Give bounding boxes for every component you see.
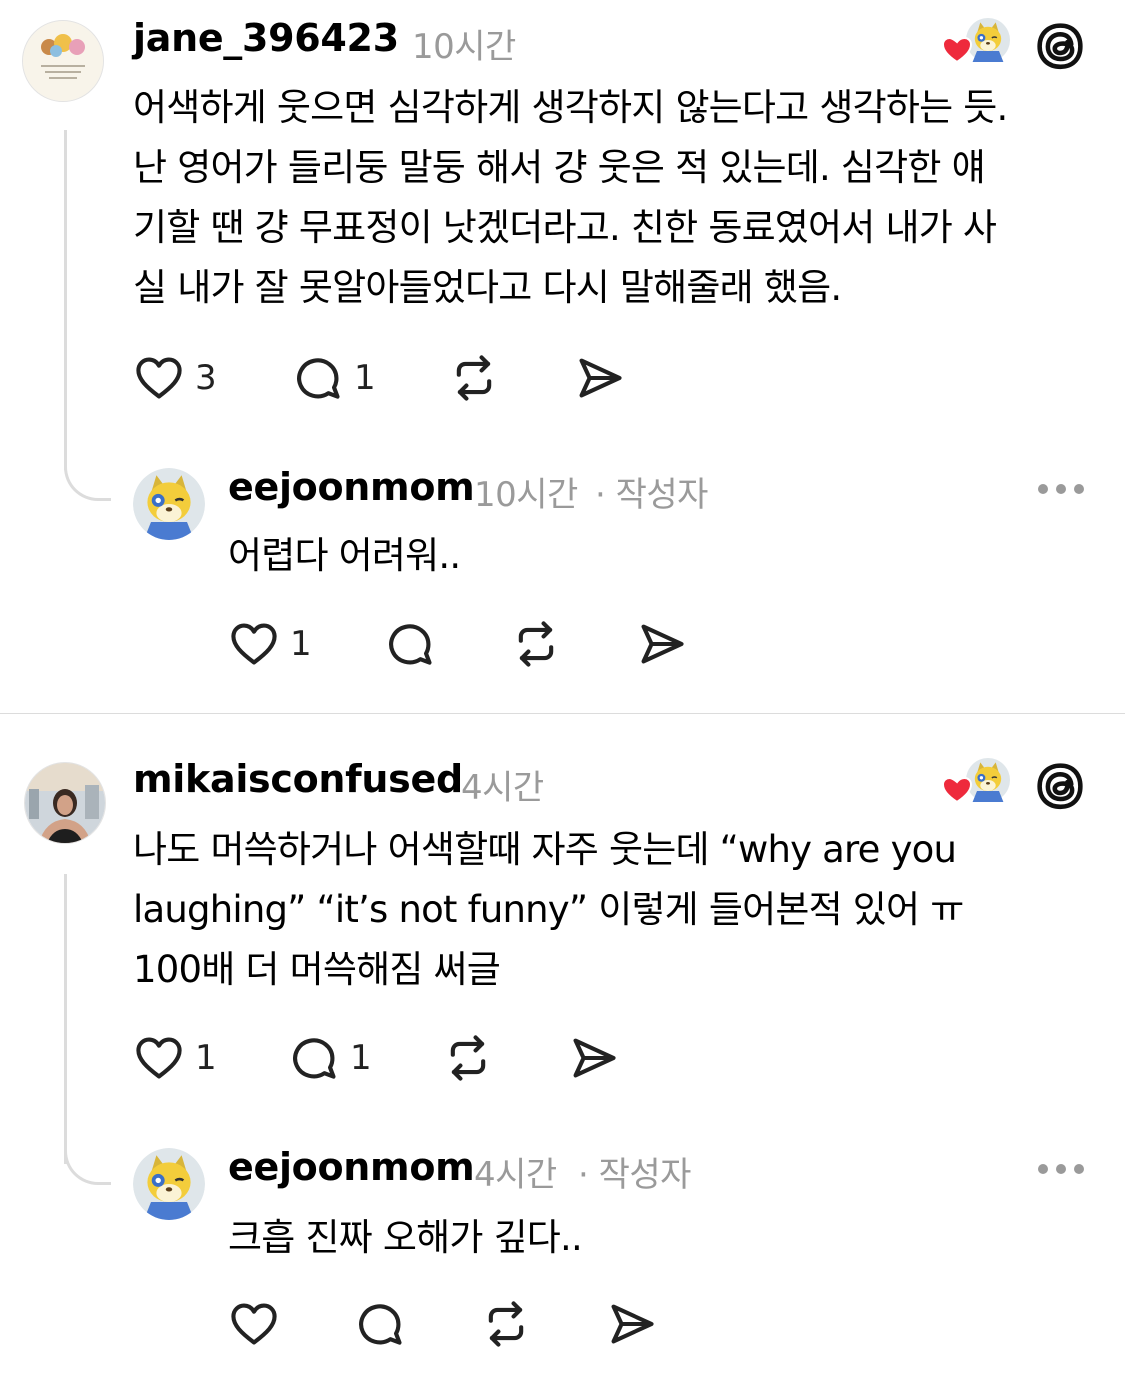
- repost-icon: [448, 352, 500, 404]
- comment-icon: [354, 1298, 406, 1350]
- author-tag: · 작성자: [578, 1155, 691, 1195]
- avatar-photo-icon: [25, 763, 105, 843]
- liked-by-author-icon: [940, 756, 1012, 806]
- post-card: mikaisconfused 4시간 나도 머쓱하거나 어색할때 자주 웃는데 …: [0, 714, 1125, 1380]
- reply-username[interactable]: eejoonmom: [228, 465, 475, 509]
- author-tag: · 작성자: [595, 475, 708, 515]
- repost-icon: [442, 1032, 494, 1084]
- heart-icon: [228, 618, 280, 670]
- like-button[interactable]: 3: [133, 352, 217, 404]
- liked-by-author-icon: [940, 16, 1012, 66]
- like-button[interactable]: 1: [228, 618, 312, 670]
- send-icon: [574, 352, 626, 404]
- bear-avatar-icon: [133, 1148, 205, 1220]
- repost-button[interactable]: [442, 1032, 494, 1084]
- post-text: 어색하게 웃으면 심각하게 생각하지 않는다고 생각하는 듯. 난 영어가 들리…: [133, 86, 1008, 309]
- reply-avatar[interactable]: [133, 1148, 205, 1220]
- like-count: 1: [290, 624, 312, 664]
- reply-text: 어렵다 어려워..: [228, 534, 461, 577]
- reply-count: 1: [350, 1038, 372, 1078]
- threads-logo-icon[interactable]: [1034, 760, 1086, 816]
- timestamp: 10시간: [412, 27, 516, 67]
- avatar[interactable]: [24, 762, 106, 844]
- more-dots-icon[interactable]: [1038, 1164, 1084, 1174]
- comment-icon: [384, 618, 436, 670]
- repost-icon: [480, 1298, 532, 1350]
- reply-timestamp: 10시간: [474, 475, 578, 515]
- reply-button[interactable]: [384, 618, 436, 670]
- repost-button[interactable]: [480, 1298, 532, 1350]
- reply-text: 크흡 진짜 오해가 깊다..: [228, 1216, 583, 1259]
- reply-count: 1: [354, 358, 376, 398]
- share-button[interactable]: [568, 1032, 620, 1084]
- repost-button[interactable]: [448, 352, 500, 404]
- bear-avatar-icon: [133, 468, 205, 540]
- like-button[interactable]: [228, 1298, 290, 1350]
- comment-icon: [292, 352, 344, 404]
- like-count: 1: [195, 1038, 217, 1078]
- reply-timestamp: 4시간: [474, 1155, 557, 1195]
- heart-icon: [228, 1298, 280, 1350]
- comment-icon: [288, 1032, 340, 1084]
- heart-icon: [133, 352, 185, 404]
- reply-username[interactable]: eejoonmom: [228, 1145, 475, 1189]
- post-card: jane_396423 10시간 어색하게 웃으면 심각하게 생각하지 않는다고…: [0, 0, 1125, 712]
- reply-button[interactable]: [354, 1298, 406, 1350]
- reply-avatar[interactable]: [133, 468, 205, 540]
- avatar-illustration-icon: [23, 21, 103, 101]
- like-count: 3: [195, 358, 217, 398]
- send-icon: [568, 1032, 620, 1084]
- thread-line: [64, 130, 67, 470]
- more-dots-icon[interactable]: [1038, 484, 1084, 494]
- share-button[interactable]: [606, 1298, 658, 1350]
- share-button[interactable]: [636, 618, 688, 670]
- username[interactable]: mikaisconfused: [133, 757, 463, 801]
- share-button[interactable]: [574, 352, 626, 404]
- username[interactable]: jane_396423: [133, 16, 399, 60]
- heart-icon: [133, 1032, 185, 1084]
- reply-button[interactable]: 1: [292, 352, 376, 404]
- send-icon: [606, 1298, 658, 1350]
- like-button[interactable]: 1: [133, 1032, 217, 1084]
- repost-button[interactable]: [510, 618, 562, 670]
- avatar[interactable]: [22, 20, 104, 102]
- send-icon: [636, 618, 688, 670]
- timestamp: 4시간: [461, 768, 544, 808]
- repost-icon: [510, 618, 562, 670]
- thread-connector: [64, 430, 111, 501]
- reply-button[interactable]: 1: [288, 1032, 372, 1084]
- post-text: 나도 머쓱하거나 어색할때 자주 웃는데 “why are you laughi…: [133, 828, 964, 991]
- thread-connector: [64, 1114, 111, 1185]
- threads-logo-icon[interactable]: [1034, 20, 1086, 76]
